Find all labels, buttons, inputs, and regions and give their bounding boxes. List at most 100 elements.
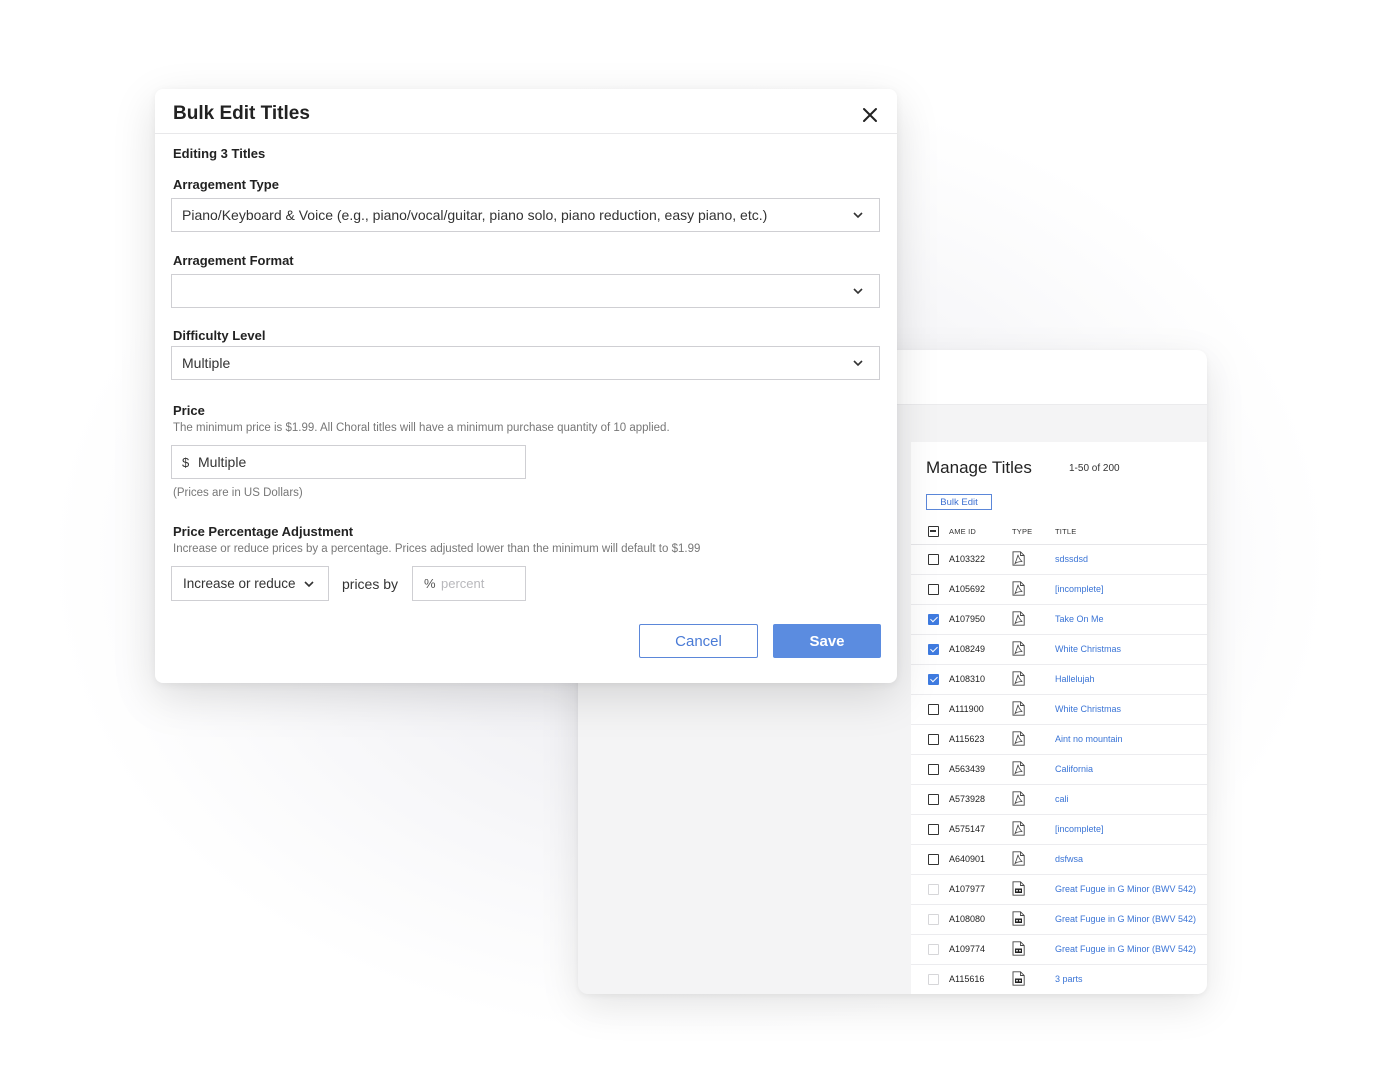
price-adjustment-label: Price Percentage Adjustment	[173, 524, 354, 539]
row-title-link[interactable]: White Christmas	[1055, 704, 1121, 714]
price-currency-note: (Prices are in US Dollars)	[173, 487, 303, 499]
table-row[interactable]: A108080 Great Fugue in G Minor (BWV 542)	[911, 904, 1207, 935]
row-title-link[interactable]: sdssdsd	[1055, 554, 1088, 564]
manage-titles-heading: Manage Titles	[926, 458, 1032, 477]
row-title-link[interactable]: White Christmas	[1055, 644, 1121, 654]
table-row[interactable]: A111900 White Christmas	[911, 694, 1207, 725]
pdf-file-icon	[1012, 731, 1025, 746]
column-header-type: TYPE	[1012, 527, 1033, 536]
table-row[interactable]: A107977 Great Fugue in G Minor (BWV 542)	[911, 874, 1207, 905]
row-ame-id: A105692	[949, 584, 986, 594]
row-ame-id: A107977	[949, 884, 986, 894]
row-title-link[interactable]: [incomplete]	[1055, 824, 1104, 834]
pdf-file-icon	[1012, 821, 1025, 836]
pdf-file-icon	[1012, 611, 1025, 626]
row-title-link[interactable]: Great Fugue in G Minor (BWV 542)	[1055, 884, 1196, 894]
row-checkbox[interactable]	[928, 644, 939, 655]
table-row[interactable]: A115623 Aint no mountain	[911, 724, 1207, 755]
row-ame-id: A563439	[949, 764, 986, 774]
row-ame-id: A115623	[949, 734, 985, 744]
arrangement-type-label: Arragement Type	[173, 177, 279, 192]
difficulty-level-value: Multiple	[182, 355, 231, 371]
bulk-edit-modal: Bulk Edit Titles Editing 3 Titles Arrage…	[155, 89, 897, 683]
percent-input[interactable]: % percent	[412, 566, 526, 601]
table-row[interactable]: A115616 3 parts	[911, 964, 1207, 994]
price-input[interactable]: $ Multiple	[171, 445, 526, 479]
row-title-link[interactable]: California	[1055, 764, 1093, 774]
difficulty-level-select[interactable]: Multiple	[171, 346, 880, 380]
table-row[interactable]: A640901 dsfwsa	[911, 844, 1207, 875]
table-row[interactable]: A109774 Great Fugue in G Minor (BWV 542)	[911, 934, 1207, 965]
table-row[interactable]: A105692 [incomplete]	[911, 574, 1207, 605]
row-title-link[interactable]: [incomplete]	[1055, 584, 1104, 594]
arrangement-format-select[interactable]	[171, 274, 880, 308]
row-checkbox[interactable]	[928, 854, 939, 865]
row-ame-id: A109774	[949, 944, 986, 954]
prices-by-text: prices by	[342, 576, 399, 592]
pagination-count: 1-50 of 200	[1069, 463, 1120, 474]
chevron-down-icon	[853, 212, 863, 219]
chevron-down-icon	[853, 360, 863, 367]
pdf-file-icon	[1012, 671, 1025, 686]
table-row[interactable]: A573928 cali	[911, 784, 1207, 815]
audio-file-icon	[1012, 941, 1025, 956]
arrangement-type-select[interactable]: Piano/Keyboard & Voice (e.g., piano/voca…	[171, 198, 880, 232]
row-checkbox[interactable]	[928, 794, 939, 805]
modal-title: Bulk Edit Titles	[173, 103, 310, 124]
table-row[interactable]: A103322 sdssdsd	[911, 544, 1207, 575]
chevron-down-icon	[304, 581, 314, 588]
row-ame-id: A108310	[949, 674, 986, 684]
save-button[interactable]: Save	[773, 624, 881, 658]
row-checkbox[interactable]	[928, 734, 939, 745]
modal-header: Bulk Edit Titles	[155, 89, 897, 134]
manage-titles-panel: Manage Titles 1-50 of 200 Bulk Edit AME …	[911, 442, 1207, 994]
pdf-file-icon	[1012, 581, 1025, 596]
cancel-button[interactable]: Cancel	[639, 624, 758, 658]
row-checkbox	[928, 974, 939, 985]
currency-symbol: $	[182, 455, 190, 470]
row-checkbox[interactable]	[928, 584, 939, 595]
row-checkbox[interactable]	[928, 674, 939, 685]
editing-count-label: Editing 3 Titles	[173, 146, 266, 161]
row-title-link[interactable]: 3 parts	[1055, 974, 1083, 984]
row-title-link[interactable]: Hallelujah	[1055, 674, 1095, 684]
pdf-file-icon	[1012, 641, 1025, 656]
table-row[interactable]: A107950 Take On Me	[911, 604, 1207, 635]
row-checkbox[interactable]	[928, 704, 939, 715]
select-all-checkbox[interactable]	[928, 526, 939, 537]
pdf-file-icon	[1012, 551, 1025, 566]
adjustment-direction-select[interactable]: Increase or reduce	[171, 566, 329, 601]
table-row[interactable]: A575147 [incomplete]	[911, 814, 1207, 845]
row-title-link[interactable]: cali	[1055, 794, 1069, 804]
table-row[interactable]: A108249 White Christmas	[911, 634, 1207, 665]
row-ame-id: A107950	[949, 614, 986, 624]
table-header: AME ID TYPE TITLE	[911, 518, 1207, 545]
row-title-link[interactable]: Great Fugue in G Minor (BWV 542)	[1055, 914, 1196, 924]
row-checkbox[interactable]	[928, 614, 939, 625]
audio-file-icon	[1012, 971, 1025, 986]
row-ame-id: A108080	[949, 914, 986, 924]
table-row[interactable]: A108310 Hallelujah	[911, 664, 1207, 695]
row-checkbox[interactable]	[928, 554, 939, 565]
bulk-edit-button[interactable]: Bulk Edit	[926, 494, 992, 510]
row-checkbox	[928, 884, 939, 895]
row-title-link[interactable]: dsfwsa	[1055, 854, 1083, 864]
price-adjustment-help: Increase or reduce prices by a percentag…	[173, 543, 701, 555]
pdf-file-icon	[1012, 701, 1025, 716]
row-checkbox	[928, 944, 939, 955]
close-button[interactable]	[859, 104, 881, 126]
column-header-id: AME ID	[949, 527, 977, 536]
chevron-down-icon	[853, 288, 863, 295]
row-title-link[interactable]: Take On Me	[1055, 614, 1104, 624]
price-help-text: The minimum price is $1.99. All Choral t…	[173, 422, 670, 434]
price-value: Multiple	[198, 454, 247, 470]
row-title-link[interactable]: Aint no mountain	[1055, 734, 1123, 744]
percent-sign: %	[424, 576, 436, 591]
row-checkbox[interactable]	[928, 824, 939, 835]
audio-file-icon	[1012, 881, 1025, 896]
row-ame-id: A573928	[949, 794, 986, 804]
table-row[interactable]: A563439 California	[911, 754, 1207, 785]
row-title-link[interactable]: Great Fugue in G Minor (BWV 542)	[1055, 944, 1196, 954]
row-checkbox[interactable]	[928, 764, 939, 775]
row-ame-id: A111900	[949, 704, 984, 714]
